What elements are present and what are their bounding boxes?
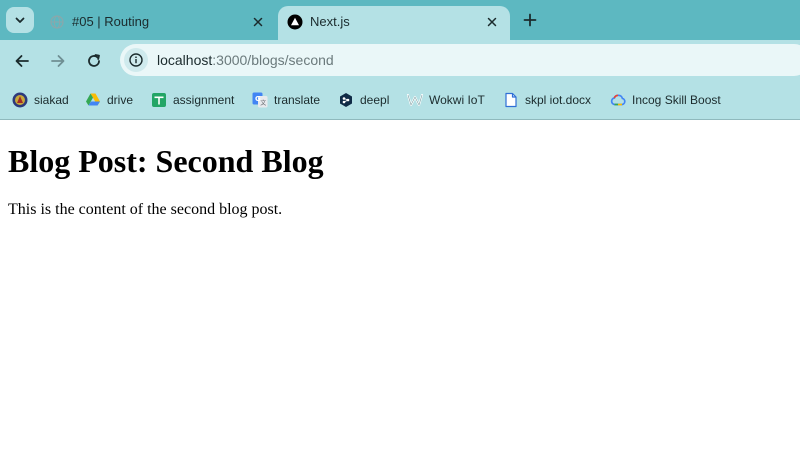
- info-icon: [129, 53, 143, 67]
- tab-routing[interactable]: #05 | Routing: [40, 6, 276, 40]
- arrow-left-icon: [15, 55, 29, 67]
- document-icon: [503, 92, 519, 108]
- google-translate-icon: G 文: [252, 92, 268, 108]
- tab-title: #05 | Routing: [72, 14, 150, 29]
- page-content: Blog Post: Second Blog This is the conte…: [0, 121, 800, 450]
- bookmark-drive[interactable]: drive: [85, 91, 133, 109]
- bookmark-label: deepl: [360, 93, 390, 107]
- page-title: Blog Post: Second Blog: [8, 143, 324, 179]
- tab-search-button[interactable]: [6, 7, 34, 33]
- bookmark-label: assignment: [173, 93, 235, 107]
- wokwi-icon: [407, 92, 423, 108]
- address-path: :3000/blogs/second: [212, 52, 334, 68]
- back-button[interactable]: [9, 48, 35, 74]
- bookmark-label: Wokwi IoT: [429, 93, 485, 107]
- bookmark-assignment[interactable]: assignment: [151, 91, 234, 109]
- tab-strip: #05 | Routing Next.js: [0, 0, 800, 40]
- nextjs-icon: [287, 14, 303, 30]
- bookmark-label: skpl iot.docx: [525, 93, 592, 107]
- page-body-text: This is the content of the second blog p…: [8, 201, 283, 218]
- address-host: localhost: [157, 52, 213, 68]
- google-drive-icon: [85, 92, 101, 108]
- svg-text:文: 文: [260, 99, 266, 107]
- bookmark-label: drive: [107, 93, 134, 107]
- close-icon[interactable]: [484, 14, 500, 30]
- chevron-down-icon: [15, 17, 25, 23]
- tab-title: Next.js: [310, 14, 350, 29]
- forward-button[interactable]: [45, 48, 71, 74]
- address-url[interactable]: localhost:3000/blogs/second: [157, 52, 334, 68]
- close-icon[interactable]: [250, 14, 266, 30]
- bookmark-siakad[interactable]: siakad: [12, 91, 69, 109]
- bookmarks-bar: siakad drive assignment G 文 translate de…: [0, 80, 800, 120]
- bookmark-label: Incog Skill Boost: [632, 93, 721, 107]
- bookmark-wokwi[interactable]: Wokwi IoT: [407, 91, 485, 109]
- new-tab-button[interactable]: [518, 8, 542, 32]
- university-crest-icon: [12, 92, 28, 108]
- reload-icon: [88, 54, 100, 67]
- bookmark-skpl[interactable]: skpl iot.docx: [503, 91, 591, 109]
- bookmark-label: siakad: [34, 93, 69, 107]
- loading-globe-icon: [49, 14, 65, 30]
- arrow-right-icon: [51, 55, 65, 67]
- address-bar[interactable]: localhost:3000/blogs/second: [120, 44, 800, 76]
- tab-nextjs[interactable]: Next.js: [278, 6, 510, 40]
- deepl-icon: [338, 92, 354, 108]
- bookmark-label: translate: [274, 93, 321, 107]
- bookmark-translate[interactable]: G 文 translate: [252, 91, 320, 109]
- bookmark-deepl[interactable]: deepl: [338, 91, 389, 109]
- google-cloud-icon: [610, 92, 626, 108]
- site-info-button[interactable]: [124, 48, 148, 72]
- plus-icon: [523, 13, 537, 27]
- google-sheets-icon: [151, 92, 167, 108]
- reload-button[interactable]: [81, 48, 107, 74]
- browser-toolbar: localhost:3000/blogs/second: [0, 40, 800, 80]
- bookmark-incog-skill-boost[interactable]: Incog Skill Boost: [610, 91, 721, 109]
